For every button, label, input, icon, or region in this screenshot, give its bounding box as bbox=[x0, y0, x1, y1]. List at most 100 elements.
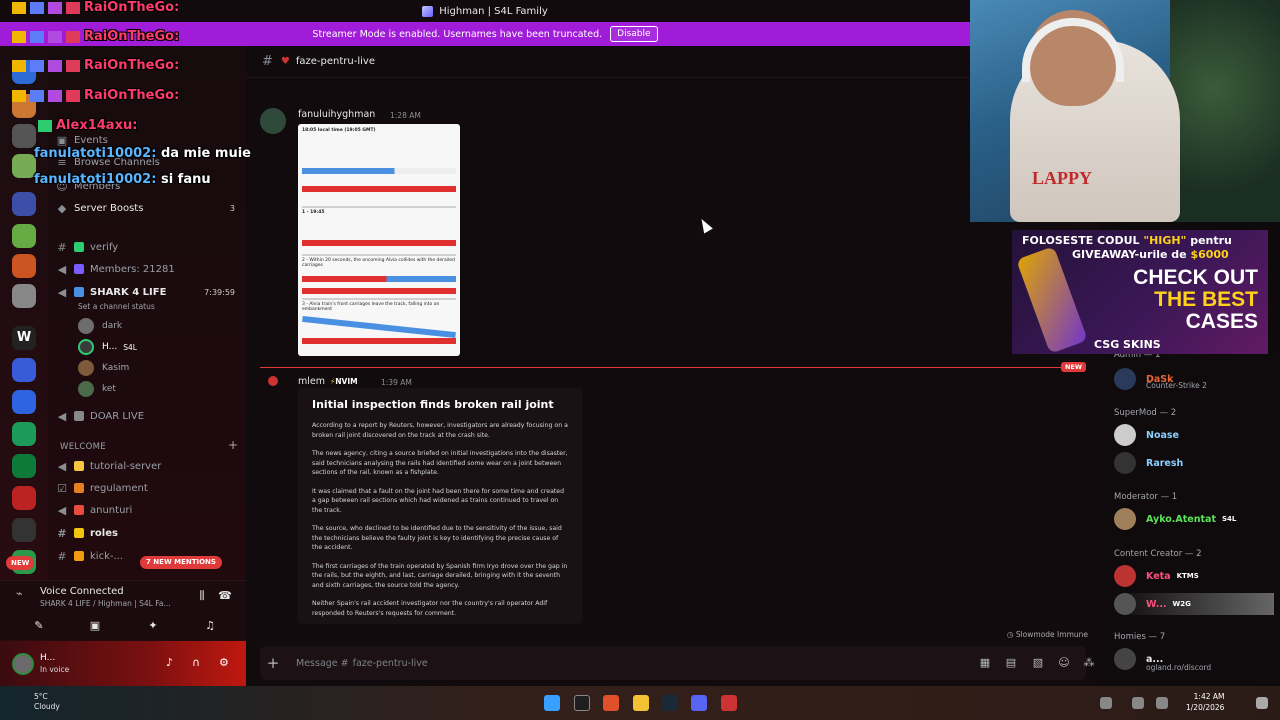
add-channel-icon[interactable]: + bbox=[228, 438, 238, 452]
settings-gear-icon[interactable]: ⚙ bbox=[219, 656, 229, 669]
windows-start-icon[interactable] bbox=[544, 695, 560, 711]
shirt-text: LAPPY bbox=[1032, 168, 1092, 188]
hash-icon: # bbox=[57, 240, 67, 254]
channel-status[interactable]: Set a channel status bbox=[78, 296, 155, 316]
message-input[interactable]: + Message # faze-pentru-live ▦ ▤ ▧ ☺ ⁂ bbox=[260, 646, 1095, 680]
avatar bbox=[1114, 368, 1136, 390]
activities-icon[interactable]: ✦ bbox=[146, 619, 160, 633]
server-icon[interactable] bbox=[12, 224, 36, 248]
category-welcome[interactable]: WELCOME bbox=[60, 442, 106, 452]
sticker-icon[interactable]: ▧ bbox=[1031, 656, 1045, 670]
apps-icon[interactable]: ⁂ bbox=[1082, 656, 1096, 670]
badge-icon bbox=[66, 89, 80, 102]
hand-emoji-icon bbox=[74, 461, 84, 471]
video-off-icon[interactable]: ✎ bbox=[32, 619, 46, 633]
server-icon[interactable] bbox=[12, 486, 36, 510]
server-icon[interactable] bbox=[12, 518, 36, 542]
voice-channel-doar-live[interactable]: ◀ DOAR LIVE bbox=[56, 406, 241, 426]
csgo-skins-ad: FOLOSESTE CODUL "HIGH" pentru GIVEAWAY-u… bbox=[1012, 230, 1268, 354]
embed-paragraph: Neither Spain's rail accident investigat… bbox=[312, 600, 548, 617]
attach-plus-icon[interactable]: + bbox=[260, 654, 286, 672]
voice-user[interactable]: Kasim bbox=[78, 358, 129, 378]
voice-connected-subtitle[interactable]: SHARK 4 LIFE / Highman | S4L Fa... bbox=[40, 599, 171, 608]
member-item[interactable]: W... W2G bbox=[1114, 593, 1274, 615]
server-icon[interactable] bbox=[12, 284, 36, 308]
tray-icons[interactable] bbox=[1100, 697, 1112, 709]
slowmode-indicator: ◷ Slowmode Immune bbox=[1006, 630, 1088, 639]
server-icon[interactable] bbox=[12, 422, 36, 446]
file-explorer-icon[interactable] bbox=[633, 695, 649, 711]
user-avatar[interactable] bbox=[12, 653, 34, 675]
disconnect-icon[interactable]: ☎ bbox=[218, 589, 232, 603]
server-icon[interactable] bbox=[12, 254, 36, 278]
member-item[interactable]: Ayko.Atentat S4L bbox=[1114, 508, 1236, 530]
message-author[interactable]: fanuluihyghman bbox=[298, 109, 375, 120]
server-icon[interactable] bbox=[12, 454, 36, 478]
badge-icon bbox=[66, 59, 80, 72]
train-infographic-image[interactable]: 18:05 local time (19:05 GMT) 1 - 19:45 2… bbox=[298, 124, 460, 356]
notifications-icon[interactable] bbox=[1256, 697, 1268, 709]
train-graphic bbox=[302, 338, 456, 344]
desktop: Highman | S4L Family Streamer Mode is en… bbox=[0, 0, 1280, 720]
author-avatar[interactable] bbox=[268, 376, 278, 386]
user-name[interactable]: H... bbox=[40, 653, 55, 663]
train-graphic bbox=[302, 168, 456, 174]
author-avatar[interactable] bbox=[260, 108, 286, 134]
train-graphic bbox=[302, 186, 456, 192]
speaker-icon: ◀ bbox=[57, 285, 67, 299]
emoji-icon bbox=[74, 411, 84, 421]
channel-anunturi[interactable]: ◀ anunturi bbox=[56, 500, 241, 520]
discord-icon[interactable] bbox=[691, 695, 707, 711]
voice-user[interactable]: dark bbox=[78, 316, 122, 336]
weather-widget[interactable]: 5°C Cloudy bbox=[34, 692, 60, 712]
network-icon[interactable] bbox=[1156, 697, 1168, 709]
member-item[interactable]: Noase bbox=[1114, 424, 1179, 446]
screen-share-icon[interactable]: ▣ bbox=[88, 619, 102, 633]
task-view-icon[interactable] bbox=[574, 695, 590, 711]
microphone-icon[interactable]: ♪ bbox=[166, 656, 173, 669]
server-icon[interactable] bbox=[12, 192, 36, 216]
new-mentions-pill[interactable]: 7 NEW MENTIONS bbox=[140, 556, 222, 569]
embed-title: Initial inspection finds broken rail joi… bbox=[312, 398, 554, 411]
overlay-chat-line: RaiOnTheGo: bbox=[12, 88, 179, 103]
new-pill[interactable]: NEW bbox=[6, 556, 35, 570]
gift-icon[interactable]: ▦ bbox=[978, 656, 992, 670]
message-author[interactable]: mlem bbox=[298, 376, 325, 387]
folder-icon[interactable] bbox=[12, 358, 36, 382]
gif-icon[interactable]: ▤ bbox=[1004, 656, 1018, 670]
noise-suppression-icon[interactable]: ⫼ bbox=[195, 589, 209, 603]
channel-roles[interactable]: # roles bbox=[56, 523, 241, 543]
headphones-icon[interactable]: ∩ bbox=[192, 656, 200, 669]
emoji-icon[interactable]: ☺ bbox=[1057, 656, 1071, 670]
badge-icon bbox=[30, 30, 44, 43]
disable-streamer-button[interactable]: Disable bbox=[610, 26, 658, 42]
system-clock[interactable]: 1:42 AM 1/20/2026 bbox=[1186, 691, 1224, 713]
member-item[interactable]: Keta KTMS bbox=[1114, 565, 1199, 587]
server-icon[interactable] bbox=[12, 154, 36, 178]
member-category: Moderator — 1 bbox=[1114, 492, 1178, 502]
server-icon[interactable]: W bbox=[12, 326, 36, 350]
server-boosts-item[interactable]: ◆ Server Boosts 3 bbox=[56, 198, 241, 218]
server-icon[interactable] bbox=[12, 390, 36, 414]
channel-members-count[interactable]: ◀ Members: 21281 bbox=[56, 259, 241, 279]
voice-user[interactable]: ket bbox=[78, 379, 116, 399]
channel-tutorial[interactable]: ◀ tutorial-server bbox=[56, 456, 241, 476]
voice-connected-title[interactable]: Voice Connected bbox=[40, 586, 124, 597]
train-graphic bbox=[302, 288, 456, 294]
steam-icon[interactable] bbox=[662, 695, 678, 711]
overlay-chat-line: fanulatoti10002: da mie muie bbox=[34, 146, 251, 161]
channel-verify[interactable]: # verify bbox=[56, 237, 241, 257]
news-embed: Initial inspection finds broken rail joi… bbox=[298, 388, 582, 624]
voice-user[interactable]: H... S4L bbox=[78, 337, 137, 357]
badge-icon bbox=[66, 30, 80, 43]
divider bbox=[302, 206, 456, 208]
channel-regulament[interactable]: ☑ regulament bbox=[56, 478, 241, 498]
brave-browser-icon[interactable] bbox=[603, 695, 619, 711]
soundboard-icon[interactable]: ♫ bbox=[203, 619, 217, 633]
badge-icon bbox=[48, 59, 62, 72]
app-icon[interactable] bbox=[721, 695, 737, 711]
server-icon[interactable] bbox=[12, 124, 36, 148]
member-item[interactable]: Raresh bbox=[1114, 452, 1183, 474]
volume-icon[interactable] bbox=[1132, 697, 1144, 709]
hash-icon: # bbox=[57, 526, 67, 540]
